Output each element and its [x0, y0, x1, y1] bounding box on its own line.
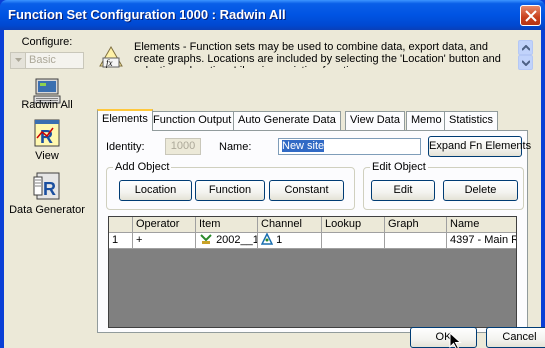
edit-button[interactable]: Edit	[371, 180, 435, 201]
tab-elements[interactable]: Elements	[97, 109, 153, 131]
tab-function-output[interactable]: Function Output	[148, 111, 237, 130]
svg-text:fx: fx	[106, 58, 113, 68]
tab-statistics[interactable]: Statistics	[444, 111, 499, 130]
description-scrollbar[interactable]	[518, 40, 533, 70]
name-label: Name:	[219, 141, 252, 153]
svg-text:R: R	[43, 179, 56, 199]
data-generator-icon: R	[33, 172, 60, 200]
chevron-down-icon	[522, 60, 530, 66]
grid-header-lookup[interactable]: Lookup	[322, 217, 385, 233]
tab-memo[interactable]: Memo	[406, 111, 447, 130]
close-button[interactable]	[520, 5, 541, 26]
mouse-cursor-icon	[449, 332, 462, 348]
grid-cell-channel-text: 1	[276, 234, 283, 246]
window-client: Configure: Basic Radwin All R View R Dat…	[4, 30, 545, 348]
add-object-group: Add Object Location Function Constant	[106, 161, 355, 210]
delete-button[interactable]: Delete	[443, 180, 518, 201]
chevron-up-icon	[522, 45, 530, 51]
tab-auto-generate-data[interactable]: Auto Generate Data	[233, 111, 341, 130]
sidebar-item-label: Data Generator	[9, 204, 85, 216]
edit-object-group: Edit Object Edit Delete	[363, 161, 524, 210]
tab-strip: Elements Function Output Auto Generate D…	[97, 109, 527, 131]
title-bar[interactable]: Function Set Configuration 1000 : Radwin…	[0, 0, 545, 30]
description-text: Elements - Function sets may be used to …	[134, 41, 501, 68]
elements-tab-panel: Identity: 1000 Name: New site Expand Fn …	[97, 130, 531, 333]
grid-cell-rownum[interactable]: 1	[109, 233, 133, 249]
function-button[interactable]: Function	[195, 180, 265, 201]
grid-cell-channel[interactable]: 1	[258, 233, 322, 249]
grid-header-operator[interactable]: Operator	[133, 217, 196, 233]
location-button[interactable]: Location	[119, 180, 192, 201]
configure-sidebar: Configure: Basic Radwin All R View R Dat…	[4, 30, 90, 348]
ok-button[interactable]: OK	[410, 327, 477, 348]
cancel-button[interactable]: Cancel	[486, 327, 545, 348]
grid-cell-item-text: 2002__1	[216, 234, 258, 246]
close-icon	[525, 10, 537, 22]
scroll-up-button[interactable]	[518, 40, 533, 55]
window-title: Function Set Configuration 1000 : Radwin…	[8, 7, 286, 22]
grid-header-rownum	[109, 217, 133, 233]
scroll-down-button[interactable]	[518, 55, 533, 70]
description-box: fx Elements - Function sets may be used …	[94, 38, 533, 76]
tab-view-data[interactable]: View Data	[345, 111, 405, 130]
add-object-title: Add Object	[113, 161, 172, 173]
identity-label: Identity:	[106, 141, 145, 153]
grid-header-channel[interactable]: Channel	[258, 217, 322, 233]
name-input-value: New site	[282, 140, 325, 152]
chevron-down-icon[interactable]	[11, 53, 26, 68]
elements-grid[interactable]: Operator Item Channel Lookup Graph Name …	[108, 216, 517, 328]
grid-header-graph[interactable]: Graph	[385, 217, 447, 233]
mode-select[interactable]: Basic	[10, 52, 84, 69]
grid-header-item[interactable]: Item	[196, 217, 258, 233]
grid-cell-item[interactable]: 2002__1	[196, 233, 258, 249]
configure-label: Configure:	[21, 36, 73, 48]
mode-select-value: Basic	[29, 54, 56, 66]
view-chart-icon: R	[34, 119, 60, 147]
edit-object-title: Edit Object	[370, 161, 428, 173]
identity-field: 1000	[165, 138, 201, 155]
function-set-window: Function Set Configuration 1000 : Radwin…	[0, 0, 545, 348]
grid-cell-lookup[interactable]	[322, 233, 385, 249]
sidebar-item-label: Radwin All	[21, 99, 73, 111]
grid-cell-operator[interactable]: +	[133, 233, 196, 249]
function-icon: fx	[99, 46, 123, 68]
channel-icon	[260, 233, 274, 245]
grid-cell-graph[interactable]	[385, 233, 447, 249]
grid-cell-name[interactable]: 4397 - Main Roa	[447, 233, 516, 249]
location-icon	[200, 234, 212, 244]
sidebar-item-label: View	[35, 150, 59, 162]
expand-fn-elements-button[interactable]: Expand Fn Elements	[428, 136, 531, 157]
elements-content: fx Elements - Function sets may be used …	[92, 30, 545, 348]
constant-button[interactable]: Constant	[269, 180, 344, 201]
grid-header-name[interactable]: Name	[447, 217, 516, 233]
name-input[interactable]: New site	[278, 138, 421, 155]
